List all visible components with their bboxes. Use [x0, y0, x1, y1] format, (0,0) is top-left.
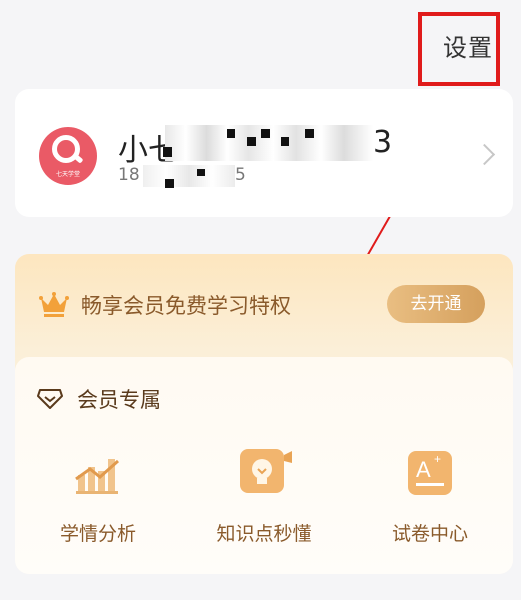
feature-label: 试卷中心: [391, 523, 468, 545]
crown-icon: [39, 292, 69, 317]
feature-exam-center[interactable]: A + 试卷中心: [355, 447, 505, 546]
avatar-logo-text: 七天学堂: [55, 171, 80, 178]
user-phone-start: 18: [118, 165, 140, 185]
settings-button[interactable]: 设置: [443, 28, 493, 63]
svg-text:A: A: [416, 457, 431, 482]
user-name-end: 3: [373, 125, 393, 160]
user-phone-end: 5: [235, 165, 246, 185]
open-membership-button[interactable]: 去开通: [387, 285, 485, 323]
chart-icon: [75, 459, 119, 494]
profile-card[interactable]: 七天学堂 小七 3 18 5: [15, 89, 513, 217]
feature-learning-analysis[interactable]: 学情分析: [23, 447, 173, 546]
vip-banner-text: 畅享会员免费学习特权: [81, 294, 291, 318]
member-exclusive-panel: 会员专属 学情分析 知识点秒懂 A + 试卷中心: [15, 357, 513, 574]
diamond-icon: [37, 389, 63, 409]
feature-label: 学情分析: [59, 523, 136, 545]
feature-label: 知识点秒懂: [216, 523, 312, 545]
member-exclusive-title: 会员专属: [77, 388, 161, 412]
avatar[interactable]: 七天学堂: [39, 127, 97, 185]
lightbulb-icon: [240, 449, 292, 493]
vip-card: 畅享会员免费学习特权 去开通 会员专属 学情分析 知识点秒懂 A + 试卷中心: [15, 254, 513, 574]
exam-paper-icon: A +: [408, 451, 452, 495]
svg-text:+: +: [434, 452, 441, 466]
feature-knowledge-points[interactable]: 知识点秒懂: [189, 447, 339, 546]
chevron-right-icon[interactable]: [473, 143, 496, 166]
phone-redaction: [143, 165, 235, 187]
